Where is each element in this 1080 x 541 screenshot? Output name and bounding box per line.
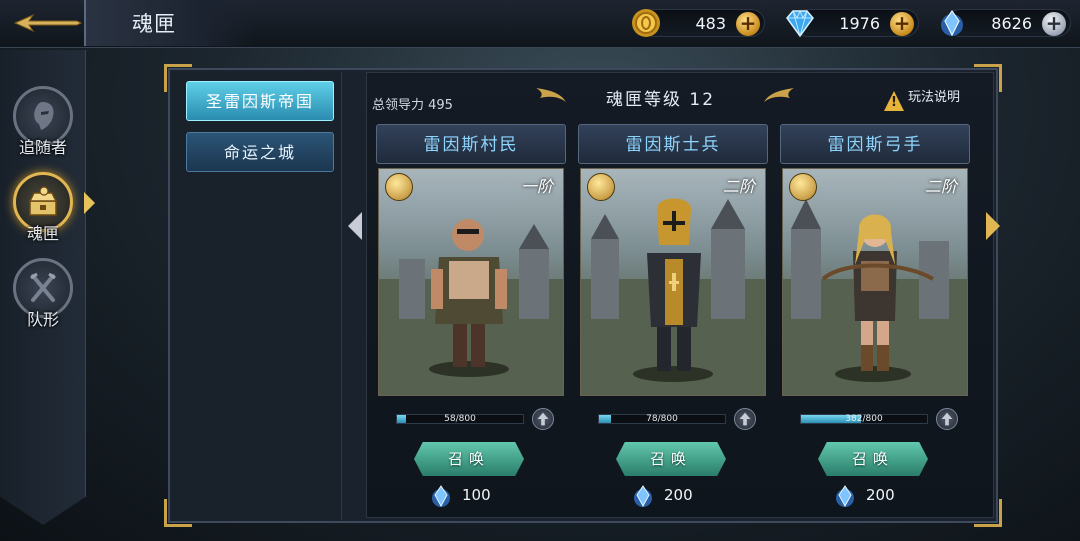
villager-portrait-icon [379,219,563,395]
unit-portrait[interactable]: 一阶 [378,168,564,396]
summon-button[interactable]: 召唤 [414,442,524,476]
unit-progress-text: 78/800 [646,414,678,424]
unit-rank: 二阶 [722,177,755,196]
soul-box-level: 魂匣等级 12 [606,90,716,110]
unit-rank: 一阶 [520,177,553,196]
crystal-amount: 8626 [991,14,1032,33]
swap-icon[interactable] [385,173,413,201]
nav-item-soul-box[interactable]: 魂匣 [10,172,76,252]
category-column: 圣雷因斯帝国 命运之城 [172,72,342,520]
total-leadership: 总领导力 495 [372,98,453,113]
unit-portrait[interactable]: 二阶 [782,168,968,396]
diamond-resource: 1976 + [786,9,919,38]
unit-progress-text: 58/800 [444,414,476,424]
back-arrow-icon [13,13,83,33]
add-crystal-button[interactable]: + [1042,12,1066,36]
category-tab-holy-reins-empire[interactable]: 圣雷因斯帝国 [186,81,334,121]
page-title: 魂匣 [132,12,176,36]
formation-icon [30,272,56,302]
unit-card: 雷因斯村民 一阶 58/800 召唤 100 [376,124,566,516]
summon-cost: 100 [430,484,530,510]
upgrade-arrow-icon[interactable] [936,408,958,430]
nav-label-formation: 队形 [26,310,59,329]
gold-coin-icon [632,9,660,37]
summon-cost: 200 [834,484,934,510]
summon-button[interactable]: 召唤 [616,442,726,476]
category-tab-city-of-fate[interactable]: 命运之城 [186,132,334,172]
summon-button[interactable]: 召唤 [818,442,928,476]
unit-portrait[interactable]: 二阶 [580,168,766,396]
unit-name: 雷因斯村民 [376,124,566,164]
left-wing-ornament-icon [536,88,566,102]
nav-label-soul-box: 魂匣 [26,224,59,243]
crystal-resource: 8626 + [941,9,1071,37]
warning-icon: ! [884,91,904,111]
diamond-amount: 1976 [839,14,880,33]
nav-label-followers: 追随者 [18,138,67,157]
unit-card: 雷因斯弓手 二阶 382/800 召唤 200 [780,124,970,516]
summon-cost-value: 100 [462,486,491,504]
next-page-arrow-icon[interactable] [986,212,1000,240]
archer-portrait-icon [783,199,967,395]
gold-amount: 483 [695,14,726,33]
soul-box-icon [28,186,58,216]
nav-item-formation[interactable]: 队形 [10,258,76,338]
soul-crystal-icon [432,485,450,508]
unit-rank: 二阶 [924,177,957,196]
swap-icon[interactable] [587,173,615,201]
help-link[interactable]: ! 玩法说明 [884,86,960,111]
soul-crystal-icon [634,485,652,508]
back-button[interactable] [6,4,88,42]
summon-cost-value: 200 [866,486,895,504]
nav-active-arrow-icon [84,192,95,214]
top-bar: 魂匣 483 + 1976 + 8626 + [0,0,1080,48]
soul-crystal-icon [836,485,854,508]
upgrade-arrow-icon[interactable] [532,408,554,430]
add-diamond-button[interactable]: + [890,12,914,36]
swap-icon[interactable] [789,173,817,201]
unit-card: 雷因斯士兵 二阶 78/800 召唤 200 [578,124,768,516]
upgrade-arrow-icon[interactable] [734,408,756,430]
add-gold-button[interactable]: + [736,12,760,36]
diamond-icon [786,9,814,38]
nav-item-followers[interactable]: 追随者 [10,86,76,166]
summon-cost: 200 [632,484,732,510]
unit-name: 雷因斯弓手 [780,124,970,164]
soldier-portrait-icon [581,198,765,395]
unit-name: 雷因斯士兵 [578,124,768,164]
help-label: 玩法说明 [908,90,961,105]
soul-crystal-icon [941,9,963,37]
prev-page-arrow-icon[interactable] [348,212,362,240]
unit-progress-text: 382/800 [845,414,883,424]
summon-cost-value: 200 [664,486,693,504]
follower-icon [34,102,54,130]
right-wing-ornament-icon [764,88,794,102]
gold-resource: 483 + [632,9,765,37]
